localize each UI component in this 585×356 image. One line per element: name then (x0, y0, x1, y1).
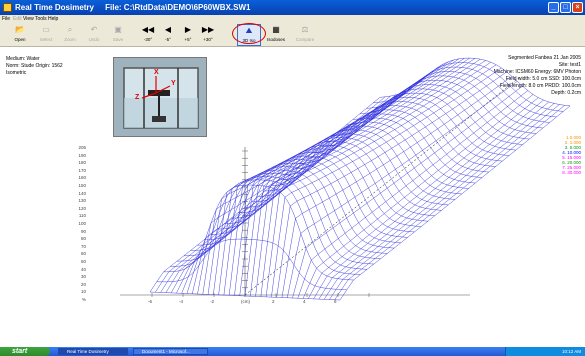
rotate-minus-5-button[interactable]: ◀ -5° (158, 24, 178, 46)
open-icon: 📂 (15, 25, 25, 34)
save-icon: ▣ (114, 25, 122, 34)
menu-bar: File Edit View Tools Help (0, 15, 585, 23)
compare-button[interactable]: ⚖ Compare (293, 24, 317, 46)
compare-icon: ⚖ (301, 25, 309, 34)
rotate-right-fast-icon: ▶▶ (201, 25, 215, 34)
plot-canvas[interactable]: Medium: Water Norm: Stude Origin: 1562 I… (0, 47, 585, 347)
highlight-oval (232, 23, 266, 44)
minimize-button[interactable]: _ (548, 2, 559, 13)
undo-button[interactable]: ↶ Undo (84, 24, 104, 46)
close-button[interactable]: × (572, 2, 583, 13)
start-button[interactable]: start (0, 347, 50, 356)
rotate-left-fast-icon: ◀◀ (141, 25, 155, 34)
app-icon (3, 3, 12, 12)
rotate-plus-5-button[interactable]: ▶ +5° (178, 24, 198, 46)
task-real-time-dosimetry[interactable]: Real Time Dosimetry (58, 348, 128, 355)
menu-help[interactable]: Help (48, 16, 58, 22)
rotate-right-icon: ▶ (184, 25, 192, 34)
menu-file[interactable]: File (2, 16, 10, 22)
task-document1[interactable]: Document1 - Microsof... (133, 348, 208, 355)
file-path: File: C:\RtdData\DEMO\6P60WBX.SW1 (105, 3, 251, 12)
system-tray: 10:12 AM (505, 347, 585, 356)
window-title: Real Time Dosimetry File: C:\RtdData\DEM… (15, 3, 250, 12)
select-icon: ▭ (42, 25, 50, 34)
maximize-button[interactable]: □ (560, 2, 571, 13)
zoom-icon: ⌕ (67, 25, 73, 34)
rotate-left-icon: ◀ (164, 25, 172, 34)
open-button[interactable]: 📂 Open (10, 24, 30, 46)
select-button[interactable]: ▭ Select (36, 24, 56, 46)
app-title: Real Time Dosimetry (15, 3, 94, 12)
title-bar[interactable]: Real Time Dosimetry File: C:\RtdData\DEM… (0, 0, 585, 15)
rotate-minus-30-button[interactable]: ◀◀ -30° (138, 24, 158, 46)
toolbar: 📂 Open ▭ Select ⌕ Zoom ↶ Undo ▣ Save ◀◀ -30° ◀… (0, 23, 585, 47)
dose-mesh-surface (120, 57, 571, 301)
isodoses-button[interactable]: ▦ Isodoses (264, 24, 288, 46)
taskbar: start Real Time Dosimetry Document1 - Mi… (0, 347, 585, 356)
save-button[interactable]: ▣ Save (108, 24, 128, 46)
undo-icon: ↶ (90, 25, 98, 34)
clock: 10:12 AM (561, 349, 581, 354)
rotate-plus-30-button[interactable]: ▶▶ +30° (198, 24, 218, 46)
zoom-button[interactable]: ⌕ Zoom (60, 24, 80, 46)
isodoses-icon: ▦ (272, 25, 280, 34)
menu-tools[interactable]: Tools (35, 16, 47, 22)
menu-edit[interactable]: Edit (13, 16, 22, 22)
menu-view[interactable]: View (23, 16, 34, 22)
